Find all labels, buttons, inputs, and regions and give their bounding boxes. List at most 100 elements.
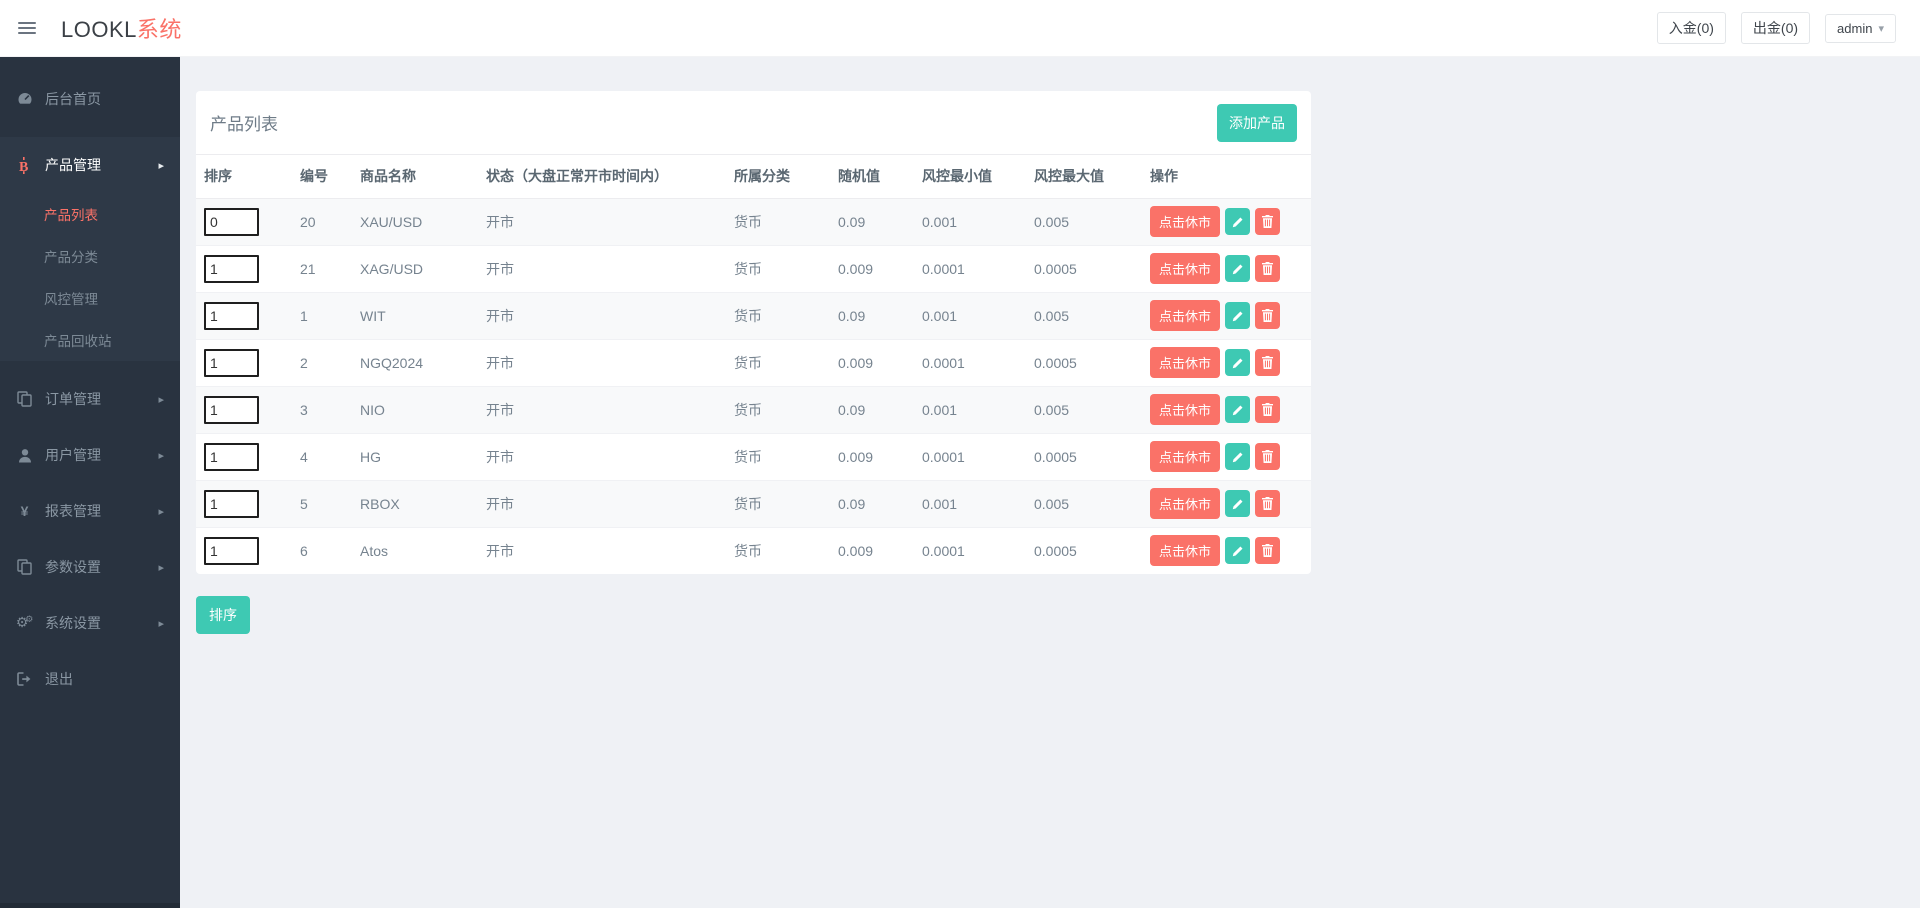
sidebar-item-logout[interactable]: 退出 — [0, 651, 180, 707]
edit-button[interactable] — [1225, 396, 1250, 423]
toggle-market-button[interactable]: 点击休市 — [1150, 300, 1220, 331]
risk-max-value: 0.0005 — [1026, 527, 1142, 574]
delete-button[interactable] — [1255, 537, 1280, 564]
edit-button[interactable] — [1225, 302, 1250, 329]
sort-input[interactable] — [204, 208, 259, 236]
sort-input[interactable] — [204, 396, 259, 424]
pencil-icon — [1232, 498, 1244, 510]
col-header-actions: 操作 — [1142, 155, 1311, 198]
sort-input[interactable] — [204, 302, 259, 330]
edit-button[interactable] — [1225, 255, 1250, 282]
delete-button[interactable] — [1255, 208, 1280, 235]
sidebar-item-dashboard[interactable]: 后台首页 — [0, 71, 180, 127]
toggle-market-button[interactable]: 点击休市 — [1150, 488, 1220, 519]
risk-min-value: 0.001 — [914, 480, 1026, 527]
trash-icon — [1262, 544, 1273, 557]
trash-icon — [1262, 450, 1273, 463]
delete-button[interactable] — [1255, 349, 1280, 376]
edit-button[interactable] — [1225, 208, 1250, 235]
trash-icon — [1262, 215, 1273, 228]
product-status: 开市 — [478, 292, 726, 339]
sort-input[interactable] — [204, 537, 259, 565]
col-header-risk-min: 风控最小值 — [914, 155, 1026, 198]
toggle-market-button[interactable]: 点击休市 — [1150, 347, 1220, 378]
col-header-name: 商品名称 — [352, 155, 478, 198]
sidebar-item-label: 报表管理 — [45, 501, 101, 521]
sidebar-item-system-settings[interactable]: ⚙⚙ 系统设置 ▸ — [0, 595, 180, 651]
col-header-sort: 排序 — [196, 155, 292, 198]
user-icon — [16, 448, 33, 463]
withdraw-button[interactable]: 出金(0) — [1741, 12, 1810, 44]
product-name: XAU/USD — [352, 198, 478, 245]
product-category: 货币 — [726, 245, 830, 292]
sidebar-item-product-management[interactable]: B 产品管理 ▸ — [0, 137, 180, 193]
row-actions: 点击休市 — [1150, 434, 1303, 480]
delete-button[interactable] — [1255, 302, 1280, 329]
app-logo: LOOKL系统 — [61, 12, 182, 44]
user-name: admin — [1837, 21, 1872, 36]
edit-button[interactable] — [1225, 349, 1250, 376]
sort-input[interactable] — [204, 490, 259, 518]
caret-right-icon: ▸ — [158, 505, 164, 518]
product-id: 1 — [292, 292, 352, 339]
sidebar-item-product-list[interactable]: 产品列表 — [0, 193, 180, 235]
delete-button[interactable] — [1255, 396, 1280, 423]
sidebar-nav: 后台首页 B 产品管理 ▸ 产品列表 产品分类 风控管理 产品回收站 — [0, 57, 180, 707]
table-row: 2 NGQ2024 开市 货币 0.009 0.0001 0.0005 点击休市 — [196, 339, 1311, 386]
sidebar-item-label: 后台首页 — [45, 89, 101, 109]
sidebar-item-label: 系统设置 — [45, 613, 101, 633]
toggle-market-button[interactable]: 点击休市 — [1150, 394, 1220, 425]
sort-input[interactable] — [204, 443, 259, 471]
table-row: 5 RBOX 开市 货币 0.09 0.001 0.005 点击休市 — [196, 480, 1311, 527]
delete-button[interactable] — [1255, 490, 1280, 517]
sidebar-item-parameters[interactable]: 参数设置 ▸ — [0, 539, 180, 595]
pencil-icon — [1232, 357, 1244, 369]
risk-min-value: 0.0001 — [914, 339, 1026, 386]
edit-button[interactable] — [1225, 490, 1250, 517]
random-value: 0.09 — [830, 292, 914, 339]
sidebar-item-label: 退出 — [45, 669, 73, 689]
sidebar-item-reports[interactable]: ¥ 报表管理 ▸ — [0, 483, 180, 539]
menu-toggle-icon[interactable] — [18, 19, 36, 37]
risk-max-value: 0.005 — [1026, 292, 1142, 339]
delete-button[interactable] — [1255, 443, 1280, 470]
edit-button[interactable] — [1225, 443, 1250, 470]
user-menu[interactable]: admin ▾ — [1825, 14, 1896, 43]
sort-input[interactable] — [204, 255, 259, 283]
sidebar: 后台首页 B 产品管理 ▸ 产品列表 产品分类 风控管理 产品回收站 — [0, 57, 180, 908]
col-header-id: 编号 — [292, 155, 352, 198]
col-header-random: 随机值 — [830, 155, 914, 198]
sort-button[interactable]: 排序 — [196, 596, 250, 634]
toggle-market-button[interactable]: 点击休市 — [1150, 253, 1220, 284]
product-status: 开市 — [478, 245, 726, 292]
gears-icon: ⚙⚙ — [16, 616, 33, 630]
edit-button[interactable] — [1225, 537, 1250, 564]
toggle-market-button[interactable]: 点击休市 — [1150, 535, 1220, 566]
product-list-panel: 产品列表 添加产品 排序 编号 商品名称 状态（大盘正常开市时间内） 所属分类 … — [196, 91, 1311, 574]
dashboard-icon — [16, 91, 33, 107]
risk-max-value: 0.005 — [1026, 198, 1142, 245]
add-product-button[interactable]: 添加产品 — [1217, 104, 1297, 142]
header-actions: 入金(0) 出金(0) admin ▾ — [1657, 12, 1896, 44]
pencil-icon — [1232, 404, 1244, 416]
risk-max-value: 0.0005 — [1026, 339, 1142, 386]
risk-max-value: 0.0005 — [1026, 433, 1142, 480]
table-row: 3 NIO 开市 货币 0.09 0.001 0.005 点击休市 — [196, 386, 1311, 433]
sidebar-item-risk-management[interactable]: 风控管理 — [0, 277, 180, 319]
toggle-market-button[interactable]: 点击休市 — [1150, 206, 1220, 237]
delete-button[interactable] — [1255, 255, 1280, 282]
sidebar-item-product-recycle[interactable]: 产品回收站 — [0, 319, 180, 361]
toggle-market-button[interactable]: 点击休市 — [1150, 441, 1220, 472]
col-header-category: 所属分类 — [726, 155, 830, 198]
product-name: RBOX — [352, 480, 478, 527]
product-table: 排序 编号 商品名称 状态（大盘正常开市时间内） 所属分类 随机值 风控最小值 … — [196, 155, 1311, 574]
product-name: NGQ2024 — [352, 339, 478, 386]
risk-min-value: 0.0001 — [914, 245, 1026, 292]
sort-input[interactable] — [204, 349, 259, 377]
sidebar-item-product-category[interactable]: 产品分类 — [0, 235, 180, 277]
deposit-button[interactable]: 入金(0) — [1657, 12, 1726, 44]
sidebar-item-users[interactable]: 用户管理 ▸ — [0, 427, 180, 483]
sidebar-group-products: B 产品管理 ▸ 产品列表 产品分类 风控管理 产品回收站 — [0, 137, 180, 361]
random-value: 0.09 — [830, 480, 914, 527]
sidebar-item-orders[interactable]: 订单管理 ▸ — [0, 371, 180, 427]
